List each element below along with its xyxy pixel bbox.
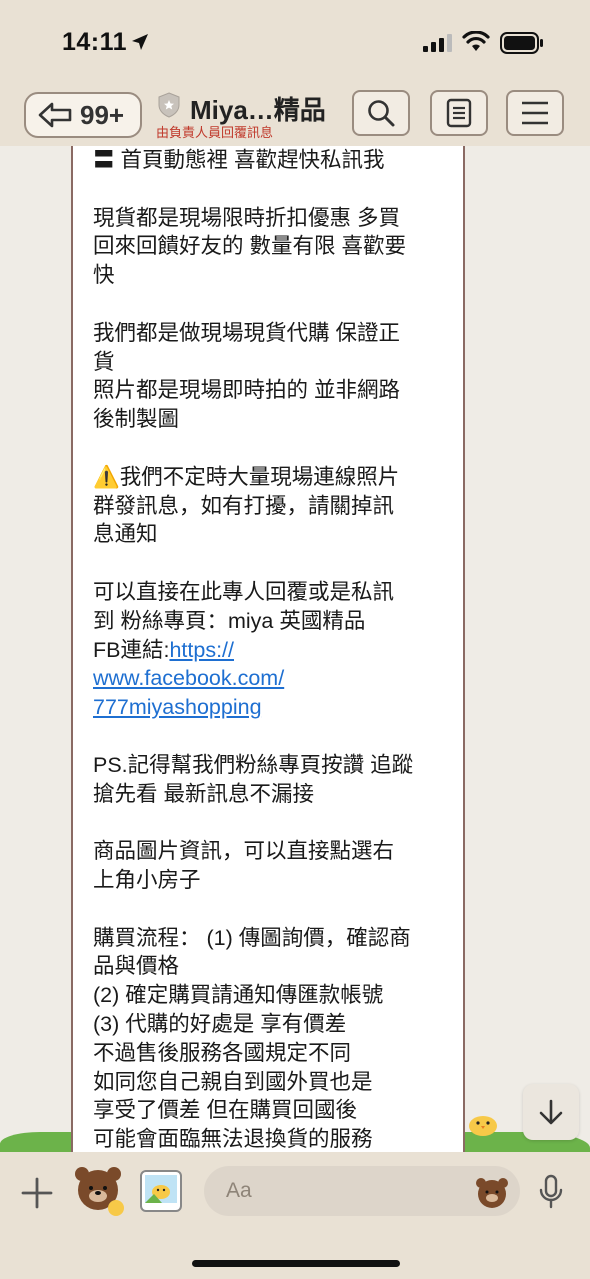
unread-count: 99+: [80, 99, 125, 130]
message-line: (2) 確定購買請通知傳匯款帳號: [93, 983, 384, 1008]
chat-header: 99+ Miya…精品 由負責人員回覆訊息: [0, 82, 590, 146]
fb-link[interactable]: https://: [169, 638, 234, 662]
menu-button[interactable]: [506, 90, 564, 136]
fb-link-line: FB連結:https://: [93, 636, 453, 665]
search-icon: [368, 100, 395, 127]
message-line: 貨: [93, 349, 115, 374]
message-line: 上角小房子: [93, 867, 201, 892]
message-line: 後制製圖: [93, 407, 180, 432]
message-line: 到 粉絲專頁：miya 英國精品: [93, 608, 366, 633]
message-line: 商品圖片資訊，可以直接點選右: [93, 839, 395, 864]
location-arrow-icon: [132, 34, 148, 50]
message-bubble[interactable]: 〓 首頁動態裡 喜歡趕快私訊我 現貨都是現場限時折扣優惠 多買 回來回饋好友的 …: [71, 146, 465, 1152]
fb-link[interactable]: 777miyashopping: [93, 695, 262, 719]
note-button[interactable]: [430, 90, 488, 136]
scroll-down-button[interactable]: [523, 1084, 579, 1140]
search-button[interactable]: [352, 90, 410, 136]
note-icon: [446, 98, 472, 128]
message-line: 回來回饋好友的 數量有限 喜歡要: [93, 234, 406, 259]
message-line: (3) 代購的好處是 享有價差: [93, 1011, 347, 1036]
sticker-icon[interactable]: [72, 1164, 126, 1218]
message-input[interactable]: [204, 1166, 520, 1216]
chat-subtitle: 由負責人員回覆訊息: [156, 125, 274, 140]
status-bar: 14:11: [0, 0, 590, 82]
message-line: 現貨都是現場限時折扣優惠 多買: [93, 205, 400, 230]
wifi-icon: [462, 31, 490, 51]
chick-sticker-icon: [469, 1116, 497, 1136]
signal-icon: [423, 34, 452, 52]
mic-icon[interactable]: [538, 1174, 564, 1210]
message-line: 品與價格: [93, 954, 180, 979]
message-line: PS.記得幫我們粉絲專頁按讚 追蹤: [93, 752, 414, 777]
message-line: ⚠️我們不定時大量現場連線照片: [93, 464, 400, 489]
emoji-icon[interactable]: [475, 1176, 509, 1210]
shield-icon: [158, 92, 180, 118]
message-line: 息通知: [93, 522, 158, 547]
message-line: 我們都是做現場現貨代購 保證正: [93, 320, 400, 345]
back-button[interactable]: 99+: [24, 92, 142, 138]
message-line: 快: [93, 263, 115, 288]
fb-link[interactable]: www.facebook.com/: [93, 666, 284, 690]
battery-icon: [500, 32, 543, 54]
message-line: 搶先看 最新訊息不漏接: [93, 781, 314, 806]
message-line: 如同您自己親自到國外買也是: [93, 1069, 373, 1094]
message-line: 不過售後服務各國規定不同: [93, 1040, 352, 1065]
arrow-left-icon: [38, 102, 72, 128]
arrow-down-icon: [539, 1099, 563, 1125]
chat-area[interactable]: 〓 首頁動態裡 喜歡趕快私訊我 現貨都是現場限時折扣優惠 多買 回來回饋好友的 …: [0, 146, 590, 1152]
message-line: 群發訊息，如有打擾，請關掉訊: [93, 493, 395, 518]
message-line: 〓 首頁動態裡 喜歡趕快私訊我: [93, 148, 385, 172]
fb-link-prefix: FB連結:: [93, 637, 170, 662]
message-line: 可以直接在此專人回覆或是私訊: [93, 579, 395, 604]
message-line: 可能會面臨無法退換貨的服務: [93, 1127, 373, 1152]
photo-icon[interactable]: [138, 1168, 184, 1214]
status-time: 14:11: [62, 28, 128, 56]
menu-icon: [522, 101, 548, 125]
plus-icon[interactable]: [20, 1176, 54, 1210]
home-indicator: [192, 1260, 400, 1267]
message-line: 享受了價差 但在購買回國後: [93, 1098, 357, 1123]
message-line: 照片都是現場即時拍的 並非網路: [93, 378, 400, 403]
message-line: 購買流程： (1) 傳圖詢價，確認商: [93, 925, 411, 950]
input-bar: [0, 1152, 590, 1279]
